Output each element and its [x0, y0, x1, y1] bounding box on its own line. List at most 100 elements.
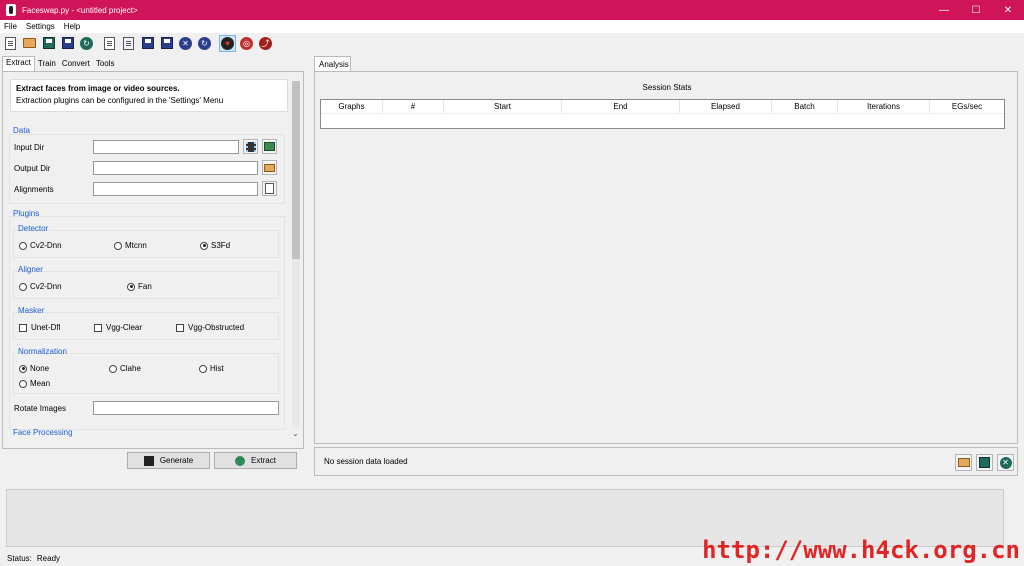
- masker-unet-dfl-checkbox[interactable]: Unet-Dfl: [19, 323, 60, 332]
- tab-tools[interactable]: Tools: [93, 58, 118, 71]
- aligner-fan-radio[interactable]: Fan: [127, 282, 152, 291]
- select-images-button[interactable]: [262, 139, 277, 154]
- save-icon: [141, 37, 154, 49]
- info-title: Extract faces from image or video source…: [16, 84, 180, 93]
- tab-train[interactable]: Train: [35, 58, 59, 71]
- save-task-button[interactable]: [139, 35, 156, 52]
- save-project-as-button[interactable]: [59, 35, 76, 52]
- normalization-hist-radio[interactable]: Hist: [199, 364, 224, 373]
- toolbar: ↻ ✕ ↻ ♥ ◎ ⤴: [0, 33, 1024, 53]
- col-end[interactable]: End: [562, 100, 680, 113]
- detector-s3fd-radio[interactable]: S3Fd: [200, 241, 230, 250]
- options-scrollbar[interactable]: ⌄: [291, 79, 301, 439]
- donate-button[interactable]: ♥: [219, 34, 236, 52]
- normalization-group: [13, 353, 279, 394]
- face-processing-label: Face Processing: [13, 428, 73, 437]
- menu-bar: File Settings Help: [0, 20, 1024, 33]
- session-stats-title: Session Stats: [642, 83, 692, 92]
- col-start[interactable]: Start: [444, 100, 562, 113]
- image-icon: [264, 142, 275, 151]
- rotate-images-label: Rotate Images: [14, 404, 67, 413]
- maximize-button[interactable]: ☐: [960, 0, 992, 20]
- info-text: Extraction plugins can be configured in …: [16, 96, 224, 105]
- save-as-icon: [61, 37, 74, 49]
- new-task-button[interactable]: [101, 35, 118, 52]
- select-alignments-file-button[interactable]: [262, 181, 277, 196]
- action-buttons: Generate Extract: [2, 452, 308, 472]
- open-document-icon: [123, 36, 134, 50]
- open-project-button[interactable]: [21, 35, 38, 52]
- normalization-clahe-radio[interactable]: Clahe: [109, 364, 141, 373]
- select-output-folder-button[interactable]: [262, 160, 277, 175]
- col-iterations[interactable]: Iterations: [838, 100, 930, 113]
- open-task-button[interactable]: [120, 35, 137, 52]
- col-number[interactable]: #: [383, 100, 444, 113]
- clear-icon: ✕: [999, 456, 1012, 469]
- select-video-button[interactable]: [243, 139, 258, 154]
- reload-icon: ↻: [80, 36, 93, 50]
- close-button[interactable]: ✕: [992, 0, 1024, 20]
- output-dir-label: Output Dir: [14, 164, 51, 173]
- normalization-mean-radio[interactable]: Mean: [19, 379, 50, 388]
- generate-button[interactable]: Generate: [127, 452, 210, 469]
- col-batch[interactable]: Batch: [772, 100, 838, 113]
- extract-button[interactable]: Extract: [214, 452, 297, 469]
- lifebuoy-icon: ◎: [240, 36, 253, 50]
- github-button[interactable]: ⤴: [257, 35, 274, 52]
- tab-convert[interactable]: Convert: [59, 58, 93, 71]
- input-dir-field[interactable]: [93, 140, 239, 154]
- chevron-down-icon[interactable]: ⌄: [292, 429, 299, 438]
- col-egs-sec[interactable]: EGs/sec: [930, 100, 1004, 113]
- reload-icon: ↻: [198, 36, 211, 50]
- new-document-icon: [104, 36, 115, 50]
- info-box: Extract faces from image or video source…: [10, 79, 288, 112]
- aligner-cv2-dnn-radio[interactable]: Cv2-Dnn: [19, 282, 62, 291]
- right-panel: Analysis Session Stats Graphs # Start En…: [314, 56, 1022, 476]
- window-title: Faceswap.py - <untitled project>: [22, 5, 138, 15]
- minimize-button[interactable]: —: [928, 0, 960, 20]
- reload-task-button[interactable]: ↻: [196, 35, 213, 52]
- tab-bar: Extract Train Convert Tools: [2, 56, 308, 71]
- save-task-as-button[interactable]: [158, 35, 175, 52]
- clear-session-button[interactable]: ✕: [997, 454, 1014, 471]
- col-elapsed[interactable]: Elapsed: [680, 100, 772, 113]
- data-section-label: Data: [13, 126, 30, 135]
- reload-project-button[interactable]: ↻: [78, 35, 95, 52]
- clear-task-button[interactable]: ✕: [177, 35, 194, 52]
- tab-extract[interactable]: Extract: [2, 56, 35, 71]
- detector-cv2-dnn-radio[interactable]: Cv2-Dnn: [19, 241, 62, 250]
- plugins-section-label: Plugins: [13, 209, 40, 218]
- input-dir-label: Input Dir: [14, 143, 45, 152]
- scrollbar-thumb[interactable]: [292, 81, 300, 259]
- rotate-images-field[interactable]: [93, 401, 279, 415]
- masker-vgg-clear-checkbox[interactable]: Vgg-Clear: [94, 323, 142, 332]
- folder-icon: [957, 458, 970, 467]
- heart-icon: ♥: [221, 36, 234, 50]
- new-project-button[interactable]: [2, 35, 19, 52]
- menu-file[interactable]: File: [4, 22, 17, 31]
- save-project-button[interactable]: [40, 35, 57, 52]
- normalization-none-radio[interactable]: None: [19, 364, 49, 373]
- menu-settings[interactable]: Settings: [26, 22, 55, 31]
- session-stats-table: Graphs # Start End Elapsed Batch Iterati…: [320, 99, 1005, 129]
- stats-header-row: Graphs # Start End Elapsed Batch Iterati…: [321, 100, 1004, 114]
- alignments-field[interactable]: [93, 182, 258, 196]
- play-icon: [235, 455, 246, 466]
- help-button[interactable]: ◎: [238, 35, 255, 52]
- save-session-button[interactable]: [976, 454, 993, 471]
- save-icon: [979, 457, 990, 468]
- normalization-label: Normalization: [18, 347, 67, 356]
- output-dir-field[interactable]: [93, 161, 258, 175]
- detector-mtcnn-radio[interactable]: Mtcnn: [114, 241, 147, 250]
- watermark-text: http://www.h4ck.org.cn: [702, 536, 1020, 564]
- folder-icon: [23, 38, 36, 48]
- tab-analysis[interactable]: Analysis: [314, 56, 351, 71]
- app-icon: [6, 4, 16, 16]
- col-graphs[interactable]: Graphs: [321, 100, 383, 113]
- aligner-label: Aligner: [18, 265, 43, 274]
- analysis-frame: Session Stats Graphs # Start End Elapsed…: [314, 71, 1018, 444]
- load-session-button[interactable]: [955, 454, 972, 471]
- status-label: Status:: [7, 553, 32, 563]
- masker-vgg-obstructed-checkbox[interactable]: Vgg-Obstructed: [176, 323, 244, 332]
- menu-help[interactable]: Help: [64, 22, 80, 31]
